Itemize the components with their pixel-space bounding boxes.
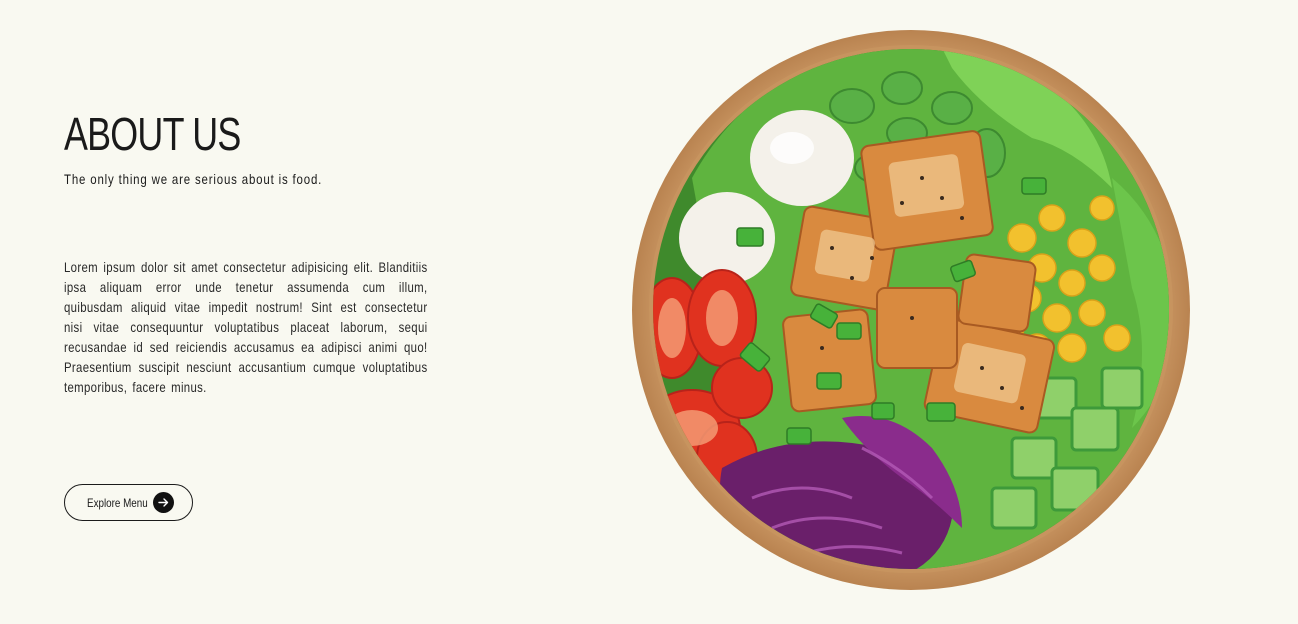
arrow-right-icon xyxy=(153,492,174,513)
about-subtitle: The only thing we are serious about is f… xyxy=(64,171,323,187)
about-title: ABOUT US xyxy=(64,108,241,160)
explore-menu-label: Explore Menu xyxy=(87,496,148,510)
salad-bowl-image xyxy=(632,30,1190,590)
explore-menu-button[interactable]: Explore Menu xyxy=(64,484,193,521)
about-body-text: Lorem ipsum dolor sit amet consectetur a… xyxy=(64,259,428,395)
